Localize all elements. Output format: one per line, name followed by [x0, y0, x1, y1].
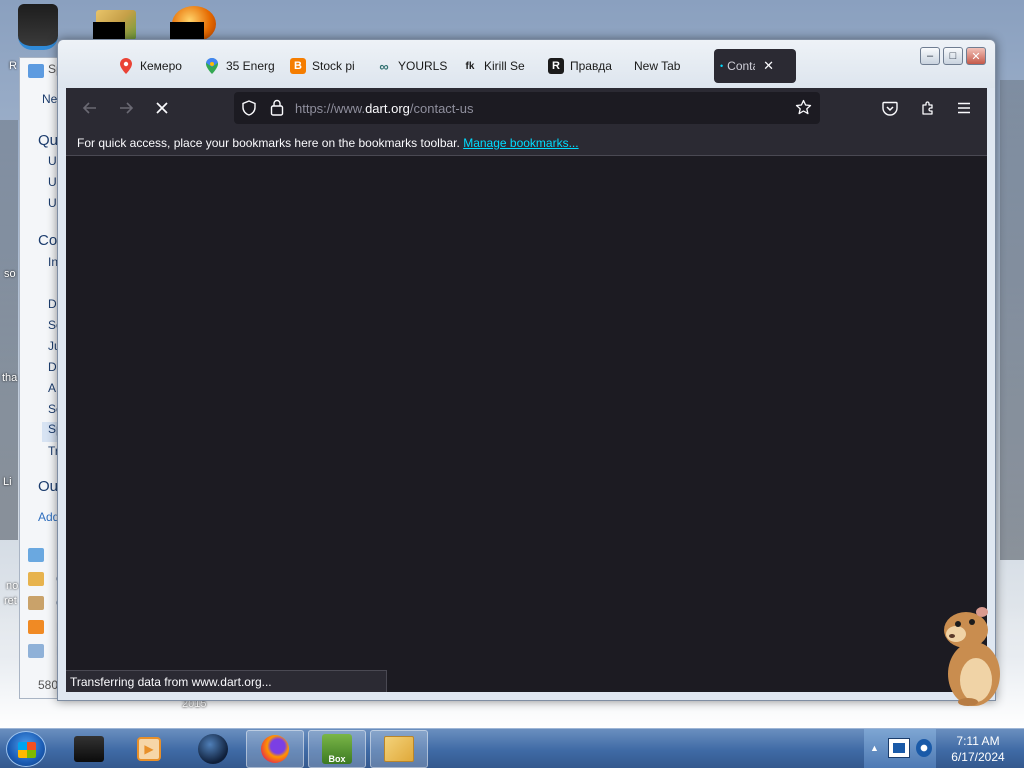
page-content-area[interactable]: Transferring data from www.dart.org...	[66, 156, 987, 692]
calendar-icon[interactable]	[28, 572, 44, 586]
tab-label: 35 Energ	[226, 59, 275, 73]
tab-stock-pi[interactable]: B Stock pi	[284, 49, 368, 83]
back-button[interactable]	[78, 96, 102, 120]
desktop-label: R	[9, 60, 17, 72]
globe-app-icon	[198, 734, 228, 764]
firefox-window[interactable]: Кемеро 35 Energ B Stock pi ∞ YOURLS fk K…	[57, 39, 996, 701]
stop-x-icon	[156, 102, 168, 114]
manage-bookmarks-link[interactable]: Manage bookmarks...	[463, 136, 578, 150]
redaction-box	[170, 22, 204, 40]
back-arrow-icon	[82, 102, 96, 114]
hamburger-menu-icon	[958, 102, 970, 114]
minimize-button[interactable]: –	[920, 47, 940, 65]
desktop-label: so	[4, 268, 16, 280]
desktop-label: tha	[2, 372, 18, 384]
tab-new-tab[interactable]: New Tab	[628, 49, 712, 83]
menu-button[interactable]	[952, 96, 976, 120]
url-prefix: https://www.	[295, 101, 366, 116]
tab-label: New Tab	[634, 59, 681, 73]
desktop-label: ret	[4, 595, 17, 607]
taskbar-box-game[interactable]: Box	[308, 730, 366, 768]
hamster-desktop-pet[interactable]	[938, 606, 1004, 708]
url-domain: dart.org	[365, 101, 410, 116]
desktop-hat-icon[interactable]	[18, 4, 58, 50]
fk-icon: fk	[465, 60, 475, 72]
url-path: /contact-us	[409, 101, 474, 116]
clock-time: 7:11 AM	[956, 734, 1000, 748]
forward-button[interactable]	[114, 96, 138, 120]
loading-dot-icon: •	[720, 61, 724, 71]
network-icon[interactable]	[888, 738, 910, 758]
title-bar[interactable]: Кемеро 35 Energ B Stock pi ∞ YOURLS fk K…	[58, 40, 995, 88]
google-maps-icon	[204, 58, 220, 74]
outlook-icon	[384, 736, 414, 762]
taskbar-clock[interactable]: 7:11 AM 6/17/2024	[938, 733, 1018, 765]
lock-icon[interactable]	[270, 99, 284, 116]
windows-logo-icon	[18, 742, 36, 758]
system-tray: ▲	[864, 729, 936, 768]
tab-label: Кемеро	[140, 59, 182, 73]
taskbar-outlook[interactable]	[370, 730, 428, 768]
tab-label: YOURLS	[398, 59, 448, 73]
url-text[interactable]: https://www.dart.org/contact-us	[295, 101, 473, 116]
redaction-box	[93, 22, 125, 40]
forward-arrow-icon	[120, 102, 134, 114]
tab-label: Правда	[570, 59, 612, 73]
shield-icon[interactable]	[241, 100, 257, 116]
volume-icon[interactable]	[916, 739, 932, 757]
desktop-tree	[1000, 80, 1024, 560]
rss-icon[interactable]	[28, 620, 44, 634]
r-icon: R	[548, 58, 564, 74]
taskbar-media-player[interactable]: ▶	[120, 730, 178, 768]
tab-yourls[interactable]: ∞ YOURLS	[370, 49, 454, 83]
url-bar[interactable]: https://www.dart.org/contact-us	[234, 92, 820, 124]
blogger-icon: B	[290, 58, 306, 74]
extensions-button[interactable]	[916, 96, 940, 120]
bookmarks-hint-text: For quick access, place your bookmarks h…	[77, 136, 460, 150]
status-panel: Transferring data from www.dart.org...	[66, 670, 387, 692]
close-tab-icon[interactable]: ✕	[763, 58, 774, 74]
pocket-button[interactable]	[878, 96, 902, 120]
tab-label: Stock pi	[312, 59, 355, 73]
media-player-icon: ▶	[137, 737, 161, 761]
tab-kemerovo[interactable]: Кемеро	[112, 49, 196, 83]
notes-icon[interactable]	[28, 644, 44, 658]
box-game-icon: Box	[322, 734, 352, 764]
contacts-icon[interactable]	[28, 596, 44, 610]
firefox-icon	[261, 735, 289, 763]
tab-pravda[interactable]: R Правда	[542, 49, 626, 83]
bookmarks-toolbar: For quick access, place your bookmarks h…	[66, 128, 987, 156]
taskbar-firefox[interactable]	[246, 730, 304, 768]
black-box-app-icon	[74, 736, 104, 762]
maximize-button[interactable]: □	[943, 47, 963, 65]
tab-kirill[interactable]: fk Kirill Se	[456, 49, 540, 83]
taskbar-globe-app[interactable]	[184, 730, 242, 768]
start-button[interactable]	[6, 731, 46, 767]
taskbar: ▶ Box ▲ 7:11 AM 6/17/2024	[0, 728, 1024, 768]
taskbar-black-box-app[interactable]	[60, 730, 118, 768]
puzzle-icon	[922, 101, 933, 115]
show-hidden-icons-icon[interactable]: ▲	[870, 743, 879, 753]
desktop-label: no	[6, 580, 19, 592]
bookmark-star-icon[interactable]	[795, 99, 812, 116]
pocket-icon	[882, 101, 898, 116]
tab-35-energy[interactable]: 35 Energ	[198, 49, 282, 83]
nav-toolbar: https://www.dart.org/contact-us	[66, 88, 987, 128]
mail-icon[interactable]	[28, 548, 44, 562]
link-icon: ∞	[379, 58, 389, 74]
tab-label: Conta	[727, 59, 755, 73]
close-window-button[interactable]: ✕	[966, 47, 986, 65]
tab-contact-active[interactable]: • Conta ✕	[714, 49, 796, 83]
stop-button[interactable]	[150, 96, 174, 120]
map-pin-icon	[118, 58, 134, 74]
desktop-label: Li	[3, 476, 12, 488]
tab-label: Kirill Se	[484, 59, 525, 73]
clock-date: 6/17/2024	[951, 750, 1005, 764]
